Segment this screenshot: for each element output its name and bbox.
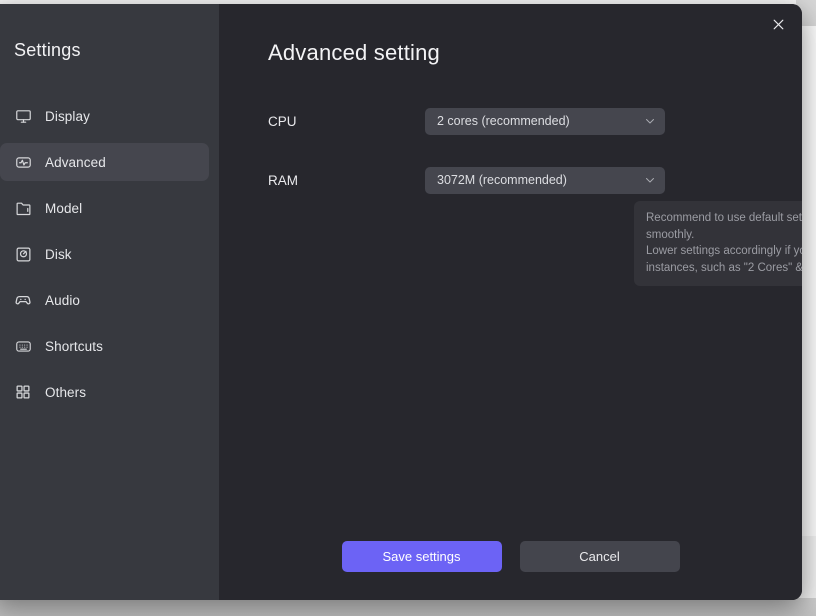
sidebar-item-label: Audio xyxy=(45,292,81,308)
sidebar-item-label: Shortcuts xyxy=(45,338,103,354)
sidebar-item-display[interactable]: Display xyxy=(0,97,209,135)
cpu-field-row: CPU 2 cores (recommended) xyxy=(268,107,688,135)
sidebar-item-label: Disk xyxy=(45,246,72,262)
sidebar-item-model[interactable]: Model xyxy=(0,189,209,227)
recommendation-hint: Recommend to use default settings. Most … xyxy=(634,201,802,286)
sidebar-item-audio[interactable]: Audio xyxy=(0,281,209,319)
chevron-down-icon xyxy=(644,174,656,186)
folder-icon xyxy=(14,199,32,217)
sidebar-item-label: Model xyxy=(45,200,83,216)
cpu-select[interactable]: 2 cores (recommended) xyxy=(425,107,665,135)
sidebar-item-advanced[interactable]: Advanced xyxy=(0,143,209,181)
sidebar-title: Settings xyxy=(14,40,81,60)
ram-field-row: RAM 3072M (recommended) xyxy=(268,166,688,194)
page-title: Advanced setting xyxy=(268,40,440,65)
ram-select-value: 3072M (recommended) xyxy=(437,173,567,187)
settings-dialog: Settings Display Advanced Model Disk Aud… xyxy=(0,4,802,600)
save-settings-button[interactable]: Save settings xyxy=(341,541,502,572)
sidebar-item-disk[interactable]: Disk xyxy=(0,235,209,273)
backdrop-bottom-band xyxy=(0,598,816,616)
cancel-button[interactable]: Cancel xyxy=(519,541,680,572)
hint-line: Recommend to use default settings. Most … xyxy=(646,212,802,224)
ram-label: RAM xyxy=(268,172,298,188)
cpu-select-value: 2 cores (recommended) xyxy=(437,114,570,128)
chevron-down-icon xyxy=(644,115,656,127)
ram-select[interactable]: 3072M (recommended) xyxy=(425,166,665,194)
sidebar-item-others[interactable]: Others xyxy=(0,373,209,411)
activity-icon xyxy=(14,153,32,171)
close-icon[interactable] xyxy=(766,12,790,36)
sidebar-item-label: Advanced xyxy=(45,154,106,170)
sidebar-item-label: Others xyxy=(45,384,87,400)
hint-line: Lower settings accordingly if you need t… xyxy=(646,245,802,257)
settings-sidebar: Settings Display Advanced Model Disk Aud… xyxy=(0,4,219,600)
gamepad-icon xyxy=(14,291,32,309)
hint-line: instances, such as "2 Cores" & "2048M" xyxy=(646,261,802,274)
cpu-label: CPU xyxy=(268,113,297,129)
settings-main-panel: Advanced setting CPU 2 cores (recommende… xyxy=(219,4,802,600)
grid-icon xyxy=(14,383,32,401)
disk-icon xyxy=(14,245,32,263)
monitor-icon xyxy=(14,107,32,125)
keyboard-icon xyxy=(14,337,32,355)
hint-line: smoothly. xyxy=(646,228,695,241)
sidebar-item-label: Display xyxy=(45,108,90,124)
sidebar-item-shortcuts[interactable]: Shortcuts xyxy=(0,327,209,365)
dialog-footer: Save settings Cancel xyxy=(219,541,802,572)
